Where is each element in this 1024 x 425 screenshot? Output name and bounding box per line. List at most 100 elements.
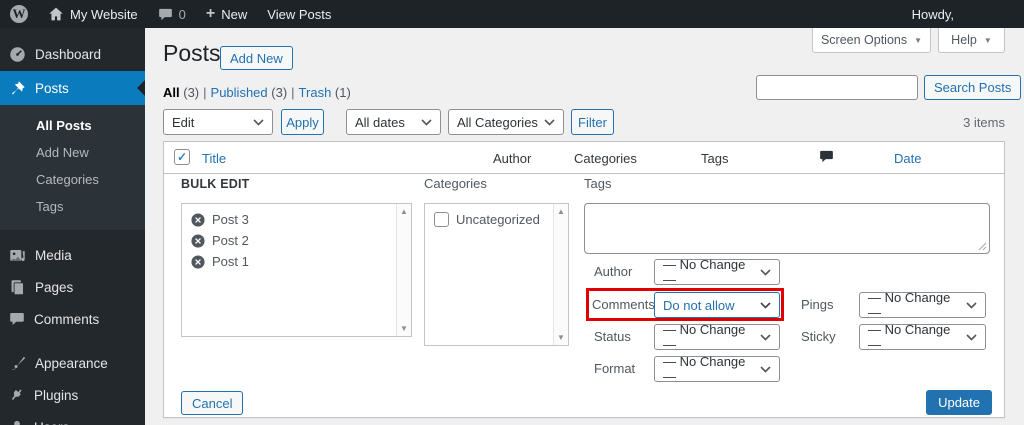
search-input[interactable] <box>756 75 918 100</box>
scroll-down-icon[interactable]: ▼ <box>554 333 568 342</box>
list-item: Post 1 <box>182 251 411 272</box>
separator: | <box>203 85 207 100</box>
remove-post-icon[interactable] <box>191 233 205 248</box>
post-title: Post 1 <box>212 254 249 269</box>
sidebar-item-comments[interactable]: Comments <box>0 303 145 335</box>
categories-filter-value: All Categories <box>457 114 538 130</box>
format-select[interactable]: — No Change — <box>654 354 780 384</box>
pages-icon <box>11 279 24 295</box>
users-icon <box>14 420 20 425</box>
scroll-up-icon[interactable]: ▲ <box>554 207 568 216</box>
main-content: Screen Options ▼ Help ▼ Posts Add New Al… <box>145 28 1024 425</box>
page-title: Posts <box>163 40 221 66</box>
admin-bar: W My Website 0 + New View Posts Howdy, <box>0 0 1024 28</box>
screen-options-tab[interactable]: Screen Options ▼ <box>812 28 931 53</box>
column-tags: Tags <box>701 151 729 166</box>
sidebar-item-label: Media <box>35 247 72 263</box>
status-select[interactable]: — No Change — <box>654 322 780 352</box>
chevron-down-icon <box>966 301 977 309</box>
scroll-down-icon[interactable]: ▼ <box>397 324 411 333</box>
pings-select-value: — No Change — <box>868 290 951 320</box>
screen-options-label: Screen Options <box>820 33 908 47</box>
plugins-icon <box>11 388 22 401</box>
menu-spacer <box>0 230 145 239</box>
sidebar-item-label: Pages <box>35 279 74 295</box>
post-title: Post 3 <box>212 212 249 227</box>
apply-button[interactable]: Apply <box>281 109 324 135</box>
dates-filter-select[interactable]: All dates <box>346 109 441 135</box>
sidebar-item-categories[interactable]: Categories <box>0 166 145 193</box>
search-posts-button[interactable]: Search Posts <box>924 75 1022 100</box>
tags-textarea[interactable] <box>584 203 990 254</box>
pings-field-label: Pings <box>801 297 834 312</box>
pings-select[interactable]: — No Change — <box>859 290 986 320</box>
view-published-link[interactable]: Published <box>211 85 268 100</box>
menu-separator <box>0 335 145 347</box>
posts-submenu: All Posts Add New Categories Tags <box>0 105 145 230</box>
new-content-menu[interactable]: + New <box>196 0 257 28</box>
view-trash-count: (1) <box>334 85 351 100</box>
scrollbar[interactable]: ▲ ▼ <box>553 204 568 345</box>
category-option-label: Uncategorized <box>456 212 540 227</box>
resize-grip-icon[interactable] <box>978 242 987 251</box>
view-posts-label: View Posts <box>267 6 332 22</box>
view-posts-link[interactable]: View Posts <box>257 0 341 28</box>
view-all-link[interactable]: All <box>163 85 180 100</box>
remove-post-icon[interactable] <box>191 212 205 227</box>
tags-box-label: Tags <box>584 176 612 191</box>
uncategorized-checkbox[interactable] <box>434 212 449 227</box>
sidebar-item-add-new[interactable]: Add New <box>0 139 145 166</box>
sidebar-item-posts[interactable]: Posts <box>0 71 145 105</box>
comments-select[interactable]: Do not allow <box>654 292 780 318</box>
appearance-brush-icon <box>11 356 26 370</box>
post-views: All (3) | Published (3) | Trash (1) <box>163 85 351 100</box>
dashboard-icon <box>10 46 25 62</box>
status-select-value: — No Change — <box>663 322 746 352</box>
site-menu[interactable]: My Website <box>38 0 148 28</box>
author-select[interactable]: — No Change — <box>654 257 780 287</box>
cancel-button[interactable]: Cancel <box>181 391 244 415</box>
howdy-label: Howdy, <box>911 6 954 22</box>
post-title: Post 2 <box>212 233 249 248</box>
sidebar-item-pages[interactable]: Pages <box>0 271 145 303</box>
column-author: Author <box>493 151 532 166</box>
dropdown-arrow-icon: ▼ <box>983 35 992 45</box>
admin-bar-comments[interactable]: 0 <box>148 0 196 28</box>
account-menu[interactable]: Howdy, <box>902 0 964 28</box>
author-select-value: — No Change — <box>663 257 746 287</box>
scrollbar[interactable]: ▲ ▼ <box>396 204 411 336</box>
wordpress-admin-screen: W My Website 0 + New View Posts Howdy, D… <box>0 0 1024 425</box>
select-all-checkbox[interactable]: ✓ <box>174 149 190 165</box>
column-comments[interactable] <box>819 149 834 167</box>
category-option: Uncategorized <box>425 204 568 227</box>
sticky-select[interactable]: — No Change — <box>859 322 986 352</box>
add-new-button[interactable]: Add New <box>220 46 293 70</box>
view-trash-link[interactable]: Trash <box>299 85 332 100</box>
sidebar-item-appearance[interactable]: Appearance <box>0 347 145 379</box>
sidebar-item-users[interactable]: Users <box>0 411 145 425</box>
bulk-edit-title: BULK EDIT <box>181 177 250 191</box>
wordpress-menu[interactable]: W <box>0 0 38 28</box>
scroll-up-icon[interactable]: ▲ <box>397 207 411 216</box>
bulk-action-select[interactable]: Edit <box>163 109 273 135</box>
chevron-down-icon <box>421 118 432 126</box>
new-label: New <box>221 6 248 22</box>
sidebar-item-dashboard[interactable]: Dashboard <box>0 37 145 71</box>
remove-post-icon[interactable] <box>191 254 205 269</box>
filter-button[interactable]: Filter <box>571 109 614 135</box>
sidebar-item-label: Posts <box>35 80 69 96</box>
chevron-down-icon <box>544 118 555 126</box>
column-title[interactable]: Title <box>202 151 226 166</box>
sidebar-item-plugins[interactable]: Plugins <box>0 379 145 411</box>
categories-filter-select[interactable]: All Categories <box>448 109 564 135</box>
sidebar-item-all-posts[interactable]: All Posts <box>0 112 145 139</box>
column-date[interactable]: Date <box>894 151 921 166</box>
sidebar-item-media[interactable]: Media <box>0 239 145 271</box>
wordpress-logo-icon: W <box>10 5 28 23</box>
sidebar-item-label: Plugins <box>34 387 79 403</box>
update-button[interactable]: Update <box>926 390 992 415</box>
help-tab[interactable]: Help ▼ <box>938 28 1005 53</box>
comments-count: 0 <box>178 6 186 22</box>
comment-bubble-icon <box>158 8 172 20</box>
sidebar-item-tags[interactable]: Tags <box>0 193 145 220</box>
